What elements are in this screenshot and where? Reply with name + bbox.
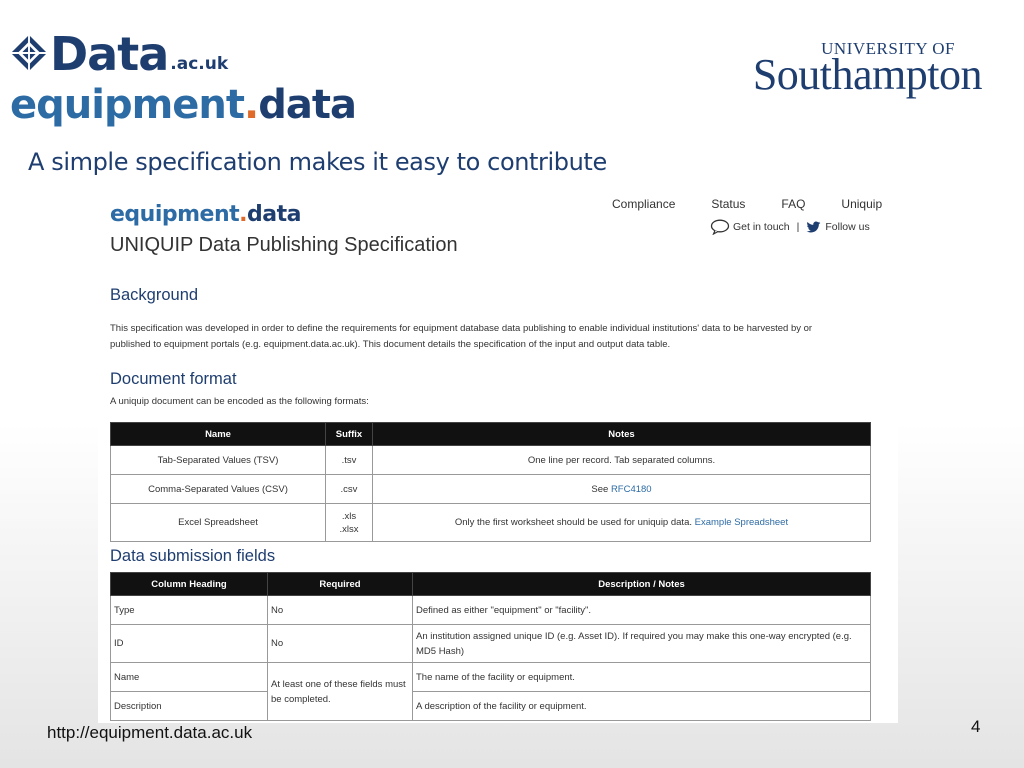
submission-fields-heading: Data submission fields bbox=[110, 547, 276, 565]
col-required: Required bbox=[267, 572, 413, 596]
format-notes: See RFC4180 bbox=[372, 474, 871, 504]
format-name: Excel Spreadsheet bbox=[110, 503, 326, 542]
table-row: ID No An institution assigned unique ID … bbox=[110, 624, 871, 663]
background-text: This specification was developed in orde… bbox=[110, 323, 813, 350]
data-diamond-logo-icon bbox=[10, 34, 48, 72]
equip-logo-dot: . bbox=[244, 82, 259, 128]
format-suffix: .xls .xlsx bbox=[325, 503, 373, 542]
table-row: Type No Defined as either "equipment" or… bbox=[110, 595, 871, 625]
footer-url[interactable]: http://equipment.data.ac.uk bbox=[47, 723, 252, 743]
get-in-touch-link[interactable]: Get in touch bbox=[733, 221, 790, 233]
nav-compliance[interactable]: Compliance bbox=[612, 197, 675, 211]
col-description: Description / Notes bbox=[412, 572, 871, 596]
table-row: Tab-Separated Values (TSV) .tsv One line… bbox=[110, 445, 871, 475]
data-logo-suffix: .ac.uk bbox=[170, 54, 229, 74]
table-row: Excel Spreadsheet .xls .xlsx Only the fir… bbox=[110, 503, 871, 542]
field-required: No bbox=[267, 595, 413, 625]
nav-status[interactable]: Status bbox=[711, 197, 745, 211]
example-spreadsheet-link[interactable]: Example Spreadsheet bbox=[695, 517, 788, 528]
nav-faq[interactable]: FAQ bbox=[781, 197, 805, 211]
col-suffix: Suffix bbox=[325, 422, 373, 446]
embedded-website-screenshot: equipment.data UNIQUIP Data Publishing S… bbox=[98, 190, 898, 723]
format-name: Tab-Separated Values (TSV) bbox=[110, 445, 326, 475]
col-notes: Notes bbox=[372, 422, 871, 446]
field-required: No bbox=[267, 624, 413, 663]
field-heading: Description bbox=[110, 691, 268, 721]
data-logo-word: Data bbox=[50, 27, 169, 81]
twitter-bird-icon[interactable] bbox=[806, 220, 821, 234]
site-top-nav: Compliance Status FAQ Uniquip bbox=[612, 197, 882, 211]
field-required: At least one of these fields must be com… bbox=[267, 662, 413, 721]
col-name: Name bbox=[110, 422, 326, 446]
page-number: 4 bbox=[971, 717, 981, 736]
field-description: Defined as either "equipment" or "facili… bbox=[412, 595, 871, 625]
field-description: The name of the facility or equipment. bbox=[412, 662, 871, 692]
field-heading: Name bbox=[110, 662, 268, 692]
equip-logo-part-b: data bbox=[258, 82, 357, 128]
rfc4180-link[interactable]: RFC4180 bbox=[611, 484, 652, 495]
document-format-heading: Document format bbox=[110, 370, 237, 388]
format-suffix-line: .xls bbox=[341, 510, 357, 522]
format-notes: Only the first worksheet should be used … bbox=[372, 503, 871, 542]
equipment-data-logo: equipment.data bbox=[10, 82, 357, 128]
spec-title: UNIQUIP Data Publishing Specification bbox=[110, 234, 458, 256]
equip-logo-part-a: equipment bbox=[10, 82, 245, 128]
table-row: Description A description of the facilit… bbox=[110, 691, 871, 721]
submission-fields-table: Column Heading Required Description / No… bbox=[110, 572, 871, 721]
format-notes: One line per record. Tab separated colum… bbox=[372, 445, 871, 475]
format-suffix: .csv bbox=[325, 474, 373, 504]
table-row: Name At least one of these fields must b… bbox=[110, 662, 871, 721]
document-format-table: Name Suffix Notes Tab-Separated Values (… bbox=[110, 422, 871, 542]
nav-uniquip[interactable]: Uniquip bbox=[841, 197, 882, 211]
data-ac-uk-logo: Data .ac.uk bbox=[10, 27, 229, 81]
format-suffix: .tsv bbox=[325, 445, 373, 475]
background-heading: Background bbox=[110, 286, 199, 304]
site-logo-part-b: data bbox=[247, 202, 301, 227]
format-notes-text: Only the first worksheet should be used … bbox=[454, 517, 695, 528]
field-description: An institution assigned unique ID (e.g. … bbox=[412, 624, 871, 663]
col-column-heading: Column Heading bbox=[110, 572, 268, 596]
format-name: Comma-Separated Values (CSV) bbox=[110, 474, 326, 504]
field-heading: ID bbox=[110, 624, 268, 663]
site-logo[interactable]: equipment.data bbox=[110, 202, 301, 227]
table-header-row: Name Suffix Notes bbox=[110, 422, 871, 446]
slide-title: A simple specification makes it easy to … bbox=[28, 148, 607, 176]
contact-separator: | bbox=[796, 221, 800, 233]
table-header-row: Column Heading Required Description / No… bbox=[110, 572, 871, 596]
speech-bubble-icon[interactable] bbox=[710, 219, 730, 235]
document-format-intro: A uniquip document can be encoded as the… bbox=[110, 396, 369, 407]
site-logo-dot: . bbox=[239, 202, 248, 227]
contact-bar: Get in touch | Follow us bbox=[710, 219, 870, 235]
follow-us-link[interactable]: Follow us bbox=[825, 221, 869, 233]
field-description: A description of the facility or equipme… bbox=[412, 691, 871, 721]
format-notes-text: See bbox=[591, 483, 611, 495]
table-row: Comma-Separated Values (CSV) .csv See RF… bbox=[110, 474, 871, 504]
format-suffix-line: .xlsx bbox=[339, 523, 359, 535]
field-heading: Type bbox=[110, 595, 268, 625]
university-name: Southampton bbox=[752, 50, 983, 99]
site-logo-part-a: equipment bbox=[110, 202, 240, 227]
